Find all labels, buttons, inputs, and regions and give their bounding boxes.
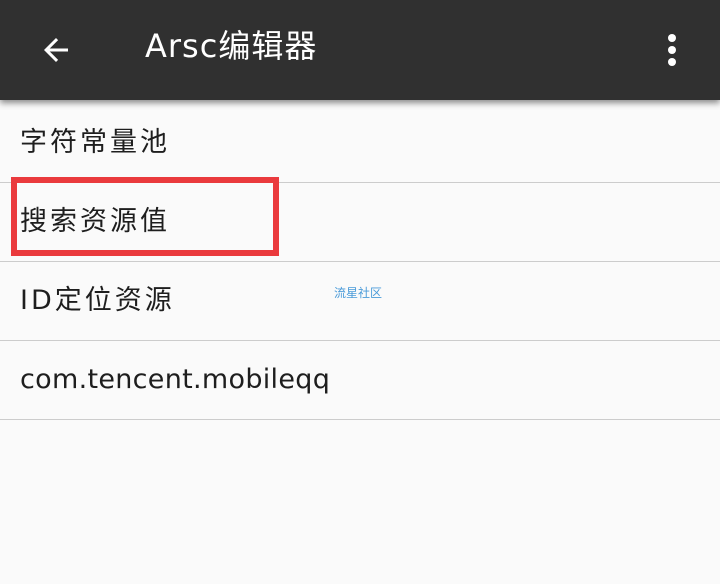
menu-list: 字符常量池 搜索资源值 ID定位资源 com.tencent.mobileqq [0,104,720,420]
list-item-label: com.tencent.mobileqq [20,364,331,395]
list-item-label: ID定位资源 [20,285,175,316]
watermark-text: 流星社区 [334,286,383,300]
list-item-package[interactable]: com.tencent.mobileqq [0,341,720,420]
back-button[interactable] [28,22,84,78]
overflow-menu-button[interactable] [648,22,696,78]
list-item-id-locate-resource[interactable]: ID定位资源 [0,262,720,341]
list-item-string-pool[interactable]: 字符常量池 [0,104,720,183]
list-item-label: 字符常量池 [20,127,170,158]
list-item-search-resource-value[interactable]: 搜索资源值 [0,183,720,262]
page-title: Arsc编辑器 [145,27,318,65]
list-item-label: 搜索资源值 [20,206,170,237]
more-vert-icon [668,34,676,66]
app-toolbar: Arsc编辑器 [0,0,720,100]
arrow-back-icon [44,38,68,62]
